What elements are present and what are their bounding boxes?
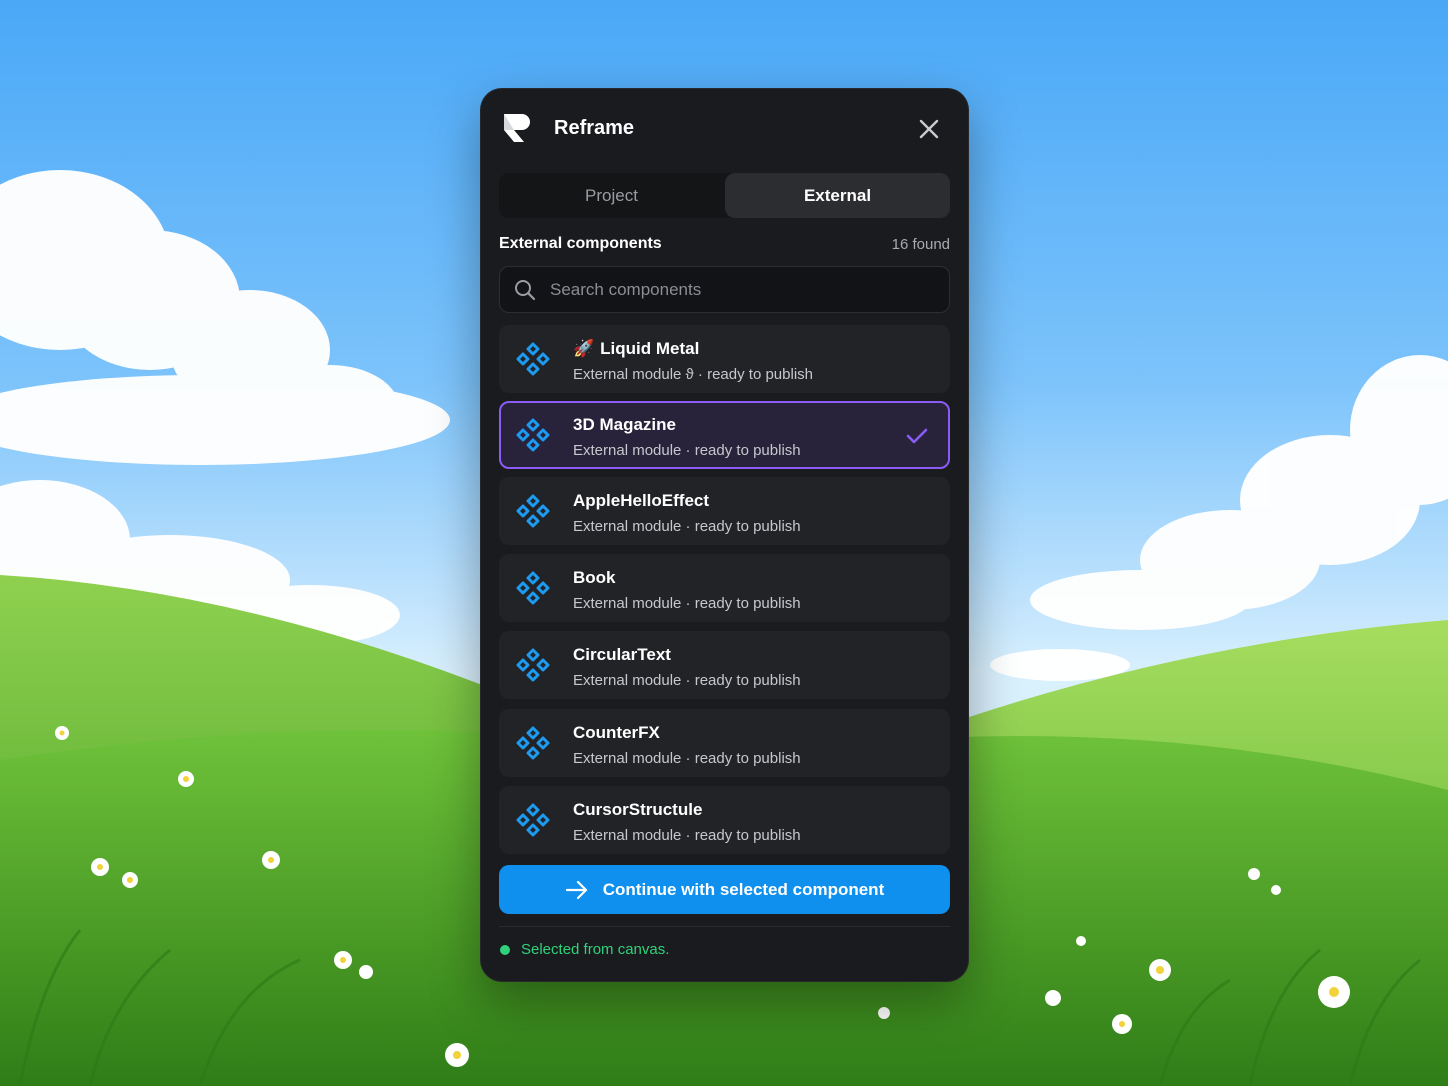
tab-bar: Project External	[499, 173, 950, 218]
component-name: 3D Magazine	[573, 415, 676, 435]
component-icon	[516, 726, 550, 760]
component-item[interactable]: CircularText External module · ready to p…	[499, 631, 950, 699]
component-subtitle: External module · ready to publish	[573, 827, 801, 844]
footer-divider	[499, 926, 950, 927]
component-item[interactable]: 🚀 Liquid Metal External module ϑ · ready t…	[499, 325, 950, 393]
arrow-right-icon	[565, 880, 587, 899]
component-name: CircularText	[573, 645, 671, 665]
component-name: 🚀 Liquid Metal	[573, 339, 699, 359]
reframe-dialog: Reframe Project External External compon…	[480, 88, 969, 982]
status-text: Selected from canvas.	[521, 941, 670, 958]
component-name: Book	[573, 568, 616, 588]
dialog-header: Reframe	[480, 88, 969, 172]
component-name: AppleHelloEffect	[573, 491, 709, 511]
rocket-emoji-icon: 🚀	[573, 339, 595, 358]
component-icon	[516, 342, 550, 376]
component-name: CounterFX	[573, 723, 660, 743]
component-name-text: Liquid Metal	[600, 339, 700, 358]
component-subtitle: External module · ready to publish	[573, 442, 801, 459]
app-title: Reframe	[554, 117, 635, 139]
component-name-text: 3D Magazine	[573, 415, 676, 434]
component-icon	[516, 648, 550, 682]
section-title: External components	[499, 235, 662, 252]
component-item[interactable]: 3D Magazine External module · ready to pu…	[499, 401, 950, 469]
component-name-text: AppleHelloEffect	[573, 491, 710, 510]
component-icon	[516, 803, 550, 837]
component-item[interactable]: AppleHelloEffect External module · ready …	[499, 477, 950, 545]
component-name: CursorStructule	[573, 800, 702, 820]
component-subtitle: External module · ready to publish	[573, 750, 801, 767]
tab-external[interactable]: External	[725, 173, 950, 218]
component-name-text: CursorStructule	[573, 800, 703, 819]
component-subtitle: External module ϑ · ready to publish	[573, 366, 813, 383]
component-subtitle: External module · ready to publish	[573, 672, 801, 689]
component-icon	[516, 418, 550, 452]
component-icon	[516, 571, 550, 605]
check-icon	[906, 428, 928, 444]
continue-button-label: Continue with selected component	[602, 879, 885, 899]
component-subtitle: External module · ready to publish	[573, 595, 801, 612]
component-subtitle: External module · ready to publish	[573, 518, 801, 535]
search-box	[499, 266, 950, 313]
tab-project[interactable]: Project	[499, 173, 724, 218]
component-item[interactable]: CursorStructule External module · ready t…	[499, 786, 950, 854]
reframe-logo-icon	[504, 114, 530, 142]
continue-button[interactable]: Continue with selected component	[499, 865, 950, 914]
search-input[interactable]	[550, 267, 940, 312]
status-dot	[500, 945, 510, 955]
component-item[interactable]: CounterFX External module · ready to publ…	[499, 709, 950, 777]
component-icon	[516, 494, 550, 528]
component-name-text: Book	[573, 568, 616, 587]
close-icon[interactable]	[916, 116, 942, 142]
component-name-text: CounterFX	[573, 723, 660, 742]
component-item[interactable]: Book External module · ready to publish	[499, 554, 950, 622]
component-name-text: CircularText	[573, 645, 671, 664]
search-icon	[515, 280, 536, 301]
found-count: 16 found	[891, 236, 950, 253]
